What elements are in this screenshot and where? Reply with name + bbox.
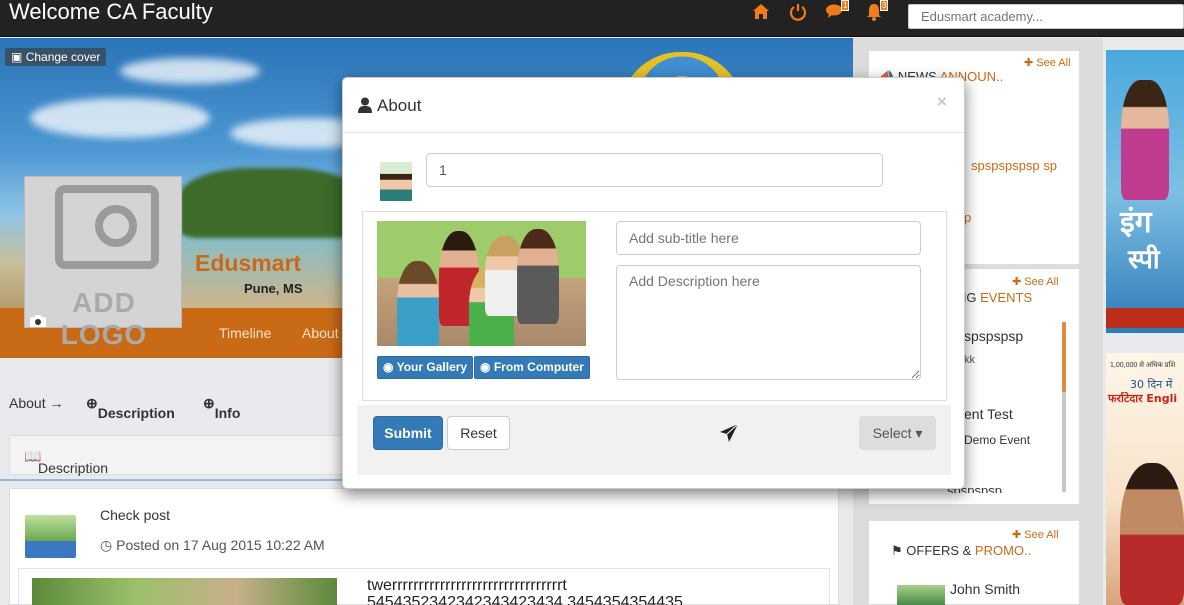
info-link-label: Info xyxy=(214,405,241,421)
ad-text: 1,00,000 से अधिक प्रशि xyxy=(1110,362,1176,369)
post-text-line: 5454352342342343423434 3454354354435 xyxy=(367,594,683,605)
post-title: Check post xyxy=(100,507,171,523)
avatar xyxy=(897,585,945,605)
school-city: Pune, MS xyxy=(244,281,303,296)
post-image xyxy=(32,578,337,605)
add-logo-text: ADD LOGO xyxy=(60,287,148,350)
avatar xyxy=(25,515,76,558)
selected-photo xyxy=(377,221,586,346)
title-input[interactable] xyxy=(426,153,883,187)
select-dropdown[interactable]: Select ▾ xyxy=(859,416,936,450)
event-item-sub: kk xyxy=(964,354,975,366)
upload-logo-camera-icon[interactable] xyxy=(30,314,46,330)
avatar xyxy=(380,162,412,201)
advertisement-banner[interactable]: इंग स्पी xyxy=(1106,50,1184,333)
your-gallery-label: Your Gallery xyxy=(396,360,468,374)
event-item[interactable]: ent Test xyxy=(964,406,1013,422)
description-link-label: Description xyxy=(97,405,175,421)
event-item-sub: Demo Event xyxy=(964,433,1031,447)
bell-icon[interactable]: 3 xyxy=(865,0,889,21)
camera-icon: ▣ xyxy=(11,50,23,64)
post-text-line: twerrrrrrrrrrrrrrrrrrrrrrrrrrrrrrrrt xyxy=(367,577,567,594)
news-item[interactable]: p xyxy=(964,210,971,225)
close-icon[interactable]: × xyxy=(937,92,947,112)
school-name: Edusmart xyxy=(195,250,302,276)
camera-icon: ◉ xyxy=(480,360,491,374)
offer-item[interactable]: John Smith xyxy=(950,581,1020,597)
events-heading-b: EVENTS xyxy=(980,290,1033,305)
see-all-events-link[interactable]: ✚ See All xyxy=(1012,275,1059,288)
top-navbar: Welcome CA Faculty 1 3 xyxy=(0,0,1184,37)
see-all-news-link[interactable]: ✚ See All xyxy=(1024,56,1071,69)
modal-header: About × xyxy=(343,78,964,133)
submit-button[interactable]: Submit xyxy=(373,416,443,450)
see-all-label: See All xyxy=(1036,57,1071,69)
offers-heading-a: OFFERS & xyxy=(906,543,975,558)
change-cover-button[interactable]: ▣ Change cover xyxy=(5,48,107,66)
ad-text: 30 दिन में xyxy=(1130,378,1173,391)
camera-icon xyxy=(55,185,159,269)
navbar-title: Welcome CA Faculty xyxy=(9,0,213,24)
camera-icon: ◉ xyxy=(383,360,394,374)
description-link[interactable]: ⊕ Description xyxy=(86,395,175,421)
modal-title: About xyxy=(377,96,422,115)
tab-timeline[interactable]: Timeline xyxy=(219,325,271,341)
power-icon[interactable] xyxy=(789,3,809,21)
search-input[interactable] xyxy=(908,4,1184,29)
ad-text: इंग xyxy=(1120,205,1152,240)
ad-text: फर्राटेदार Engli xyxy=(1108,392,1178,405)
post-date-label: Posted on 17 Aug 2015 10:22 AM xyxy=(116,537,325,553)
info-link[interactable]: ⊕ Info xyxy=(203,395,240,421)
send-icon[interactable] xyxy=(719,423,739,443)
events-heading: NG EVENTS xyxy=(957,290,1032,305)
offers-heading-b: PROMO.. xyxy=(974,543,1032,558)
home-icon[interactable] xyxy=(752,3,772,21)
change-cover-label: Change cover xyxy=(25,50,101,64)
post-date: ◷ Posted on 17 Aug 2015 10:22 AM xyxy=(100,537,325,553)
offers-heading: ⚑ OFFERS & PROMO.. xyxy=(891,543,1032,558)
user-icon xyxy=(358,97,372,113)
subtitle-input[interactable] xyxy=(616,221,921,255)
about-link[interactable]: About → xyxy=(9,395,63,411)
see-all-label: See All xyxy=(1024,276,1059,288)
messages-badge: 1 xyxy=(841,0,850,11)
post-text: twerrrrrrrrrrrrrrrrrrrrrrrrrrrrrrrrt 545… xyxy=(367,577,683,605)
event-item[interactable]: spspspsp xyxy=(964,328,1023,344)
see-all-label: See All xyxy=(1024,529,1059,541)
description-panel-label: Description xyxy=(38,460,109,476)
ad-text: स्पी xyxy=(1128,245,1160,275)
tab-about[interactable]: About xyxy=(302,325,339,341)
description-panel-title: 📖 Description xyxy=(24,448,109,476)
events-scrollbar-thumb[interactable] xyxy=(1062,322,1066,392)
description-textarea[interactable] xyxy=(616,265,921,380)
messages-icon[interactable]: 1 xyxy=(826,0,850,21)
about-modal: About × ◉ Your Gallery ◉ From Computer S… xyxy=(342,77,965,489)
logo-placeholder[interactable]: ADD LOGO xyxy=(24,176,182,350)
see-all-offers-link[interactable]: ✚ See All xyxy=(1012,528,1059,541)
news-item[interactable]: spspspspsp sp xyxy=(971,158,1057,173)
advertisement-banner[interactable]: 1,00,000 से अधिक प्रशि 30 दिन में फर्राट… xyxy=(1106,353,1184,605)
reset-button[interactable]: Reset xyxy=(447,416,510,450)
from-computer-label: From Computer xyxy=(493,360,584,374)
notifications-badge: 3 xyxy=(880,0,889,11)
your-gallery-button[interactable]: ◉ Your Gallery xyxy=(377,356,474,379)
from-computer-button[interactable]: ◉ From Computer xyxy=(474,356,590,379)
